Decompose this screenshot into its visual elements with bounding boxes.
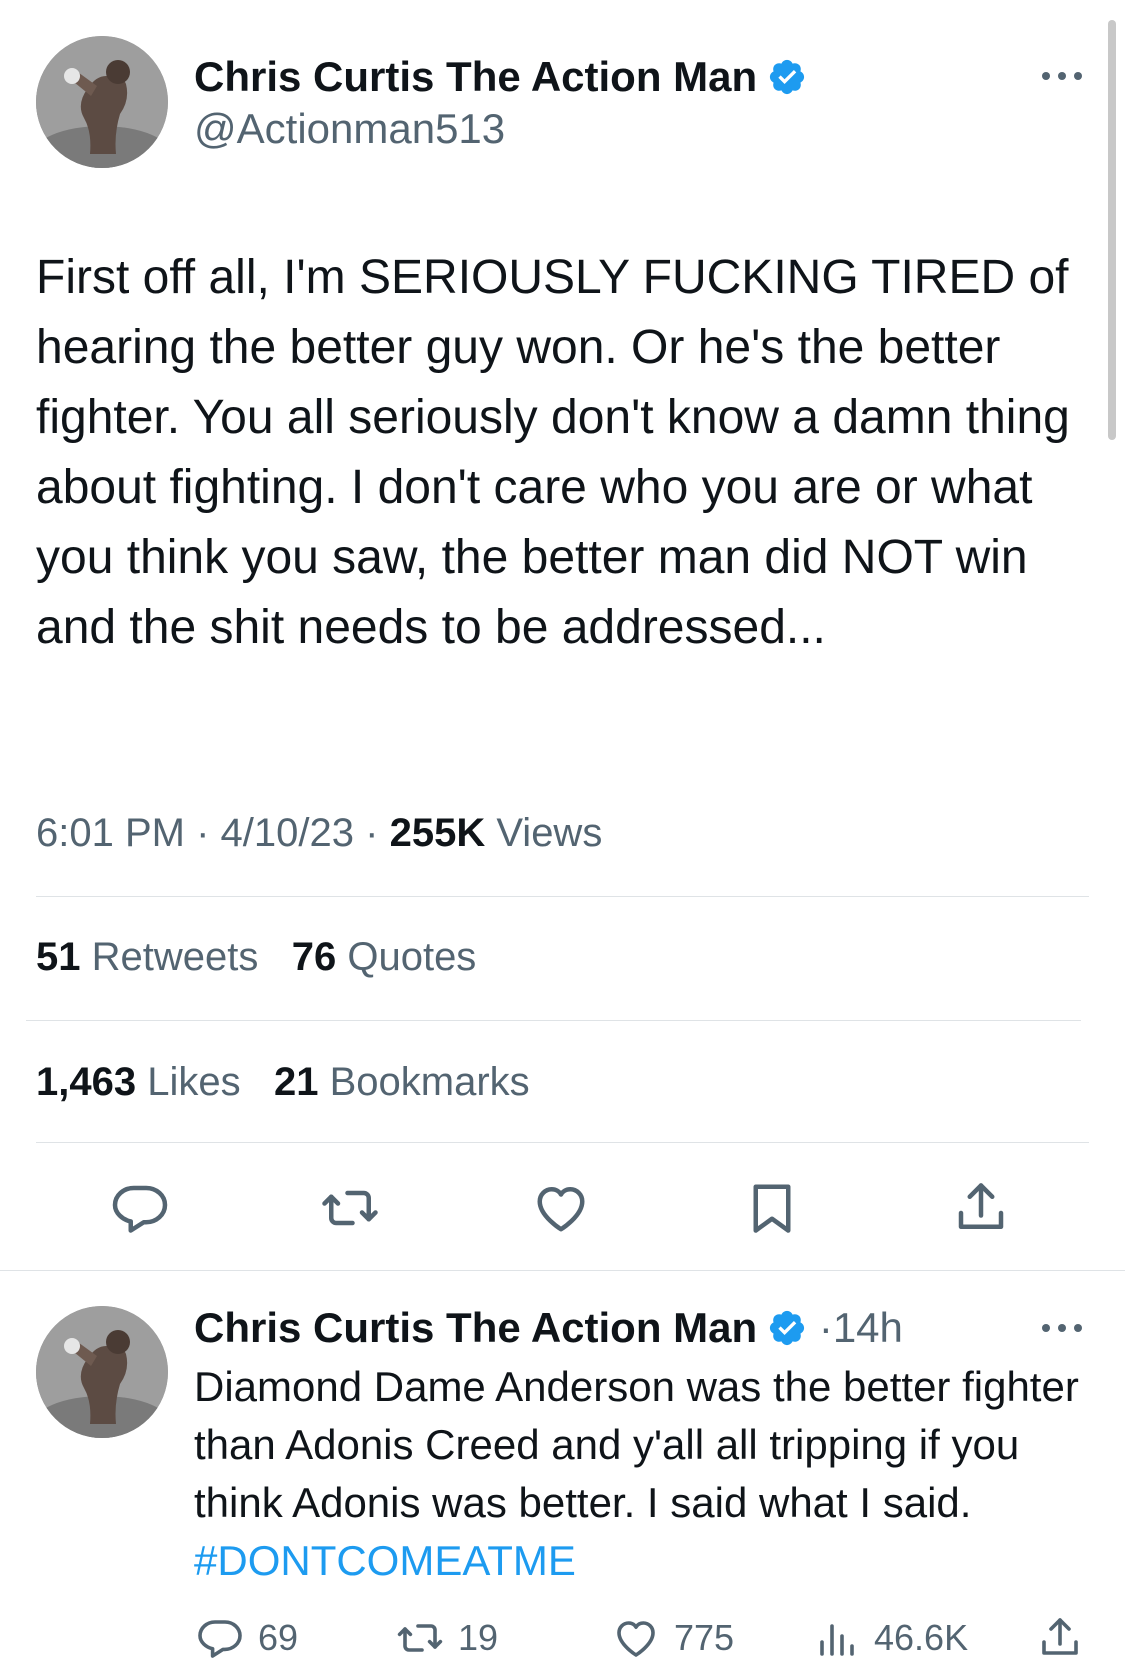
quotes-stat[interactable]: 76 Quotes — [292, 935, 477, 979]
divider — [26, 1020, 1081, 1021]
tweet-meta: 6:01 PM · 4/10/23 · 255K Views — [36, 811, 602, 856]
meta-separator: · — [196, 811, 210, 855]
retweets-quotes-row: 51 Retweets 76 Quotes — [36, 935, 476, 980]
retweet-icon — [397, 1624, 443, 1652]
reply-views-button[interactable]: 46.6K — [812, 1614, 968, 1662]
reply-text: Diamond Dame Anderson was the better fig… — [194, 1363, 1079, 1526]
heart-icon — [617, 1621, 655, 1657]
views-label: Views — [496, 811, 603, 855]
divider — [36, 896, 1089, 897]
retweet-icon — [322, 1190, 378, 1226]
reply-more-options-icon[interactable] — [1040, 1318, 1084, 1338]
reply-avatar[interactable] — [36, 1306, 168, 1438]
reply-button[interactable] — [110, 1178, 170, 1238]
bookmarks-stat[interactable]: 21 Bookmarks — [274, 1060, 530, 1104]
quotes-count: 76 — [291, 935, 337, 979]
likes-label: Likes — [147, 1060, 241, 1104]
avatar[interactable] — [36, 36, 168, 168]
verified-badge-icon — [767, 1308, 807, 1348]
retweet-count: 19 — [458, 1617, 499, 1658]
divider — [36, 1142, 1089, 1143]
scrollbar[interactable] — [1108, 20, 1116, 440]
share-button[interactable] — [951, 1178, 1011, 1238]
retweets-label: Retweets — [91, 935, 259, 979]
reply-author-name[interactable]: Chris Curtis The Action Man — [194, 1304, 757, 1351]
reply-count: 69 — [258, 1617, 299, 1658]
bookmarks-count: 21 — [273, 1060, 319, 1104]
avatar-image — [36, 1306, 168, 1438]
reply-share-button[interactable] — [1036, 1614, 1084, 1662]
author-handle[interactable]: @Actionman513 — [194, 104, 505, 154]
likes-count: 1,463 — [36, 1060, 137, 1104]
likes-bookmarks-row: 1,463 Likes 21 Bookmarks — [36, 1060, 530, 1105]
views-icon — [820, 1624, 854, 1656]
retweet-button[interactable] — [320, 1178, 380, 1238]
bookmarks-label: Bookmarks — [329, 1060, 530, 1104]
reply-age[interactable]: 14h — [833, 1304, 903, 1351]
divider — [0, 1270, 1125, 1271]
retweets-stat[interactable]: 51 Retweets — [36, 935, 258, 979]
author-name-text[interactable]: Chris Curtis The Action Man — [194, 53, 757, 100]
reply-icon — [198, 1620, 242, 1658]
likes-stat[interactable]: 1,463 Likes — [36, 1060, 241, 1104]
reply-text-block: Diamond Dame Anderson was the better fig… — [194, 1358, 1094, 1590]
meta-separator: · — [365, 811, 379, 855]
verified-badge-icon — [767, 57, 807, 97]
share-icon — [958, 1183, 1004, 1229]
tweet-text: First off all, I'm SERIOUSLY FUCKING TIR… — [36, 251, 1070, 654]
tweet-time[interactable]: 6:01 PM — [36, 811, 185, 855]
share-icon — [1042, 1618, 1078, 1655]
like-count: 775 — [674, 1617, 735, 1658]
tweet-date[interactable]: 4/10/23 — [221, 811, 354, 855]
bookmark-icon — [753, 1184, 791, 1233]
retweets-count: 51 — [36, 935, 81, 979]
quotes-label: Quotes — [347, 935, 477, 979]
author-name[interactable]: Chris Curtis The Action Man — [194, 52, 807, 102]
hashtag-link[interactable]: #DONTCOMEATME — [194, 1537, 576, 1584]
avatar-image — [36, 36, 168, 168]
bookmark-button[interactable] — [742, 1178, 802, 1238]
meta-separator: · — [818, 1304, 833, 1351]
reply-icon — [112, 1185, 168, 1233]
more-options-icon[interactable] — [1040, 66, 1084, 86]
reply-author-row: Chris Curtis The Action Man ·14h — [194, 1303, 903, 1353]
like-button[interactable] — [531, 1178, 591, 1238]
heart-icon — [537, 1187, 585, 1232]
reply-like-button[interactable]: 775 — [612, 1614, 734, 1662]
views-count: 46.6K — [874, 1617, 969, 1658]
reply-reply-button[interactable]: 69 — [196, 1614, 298, 1662]
views-count: 255K — [389, 811, 486, 855]
reply-retweet-button[interactable]: 19 — [396, 1614, 498, 1662]
